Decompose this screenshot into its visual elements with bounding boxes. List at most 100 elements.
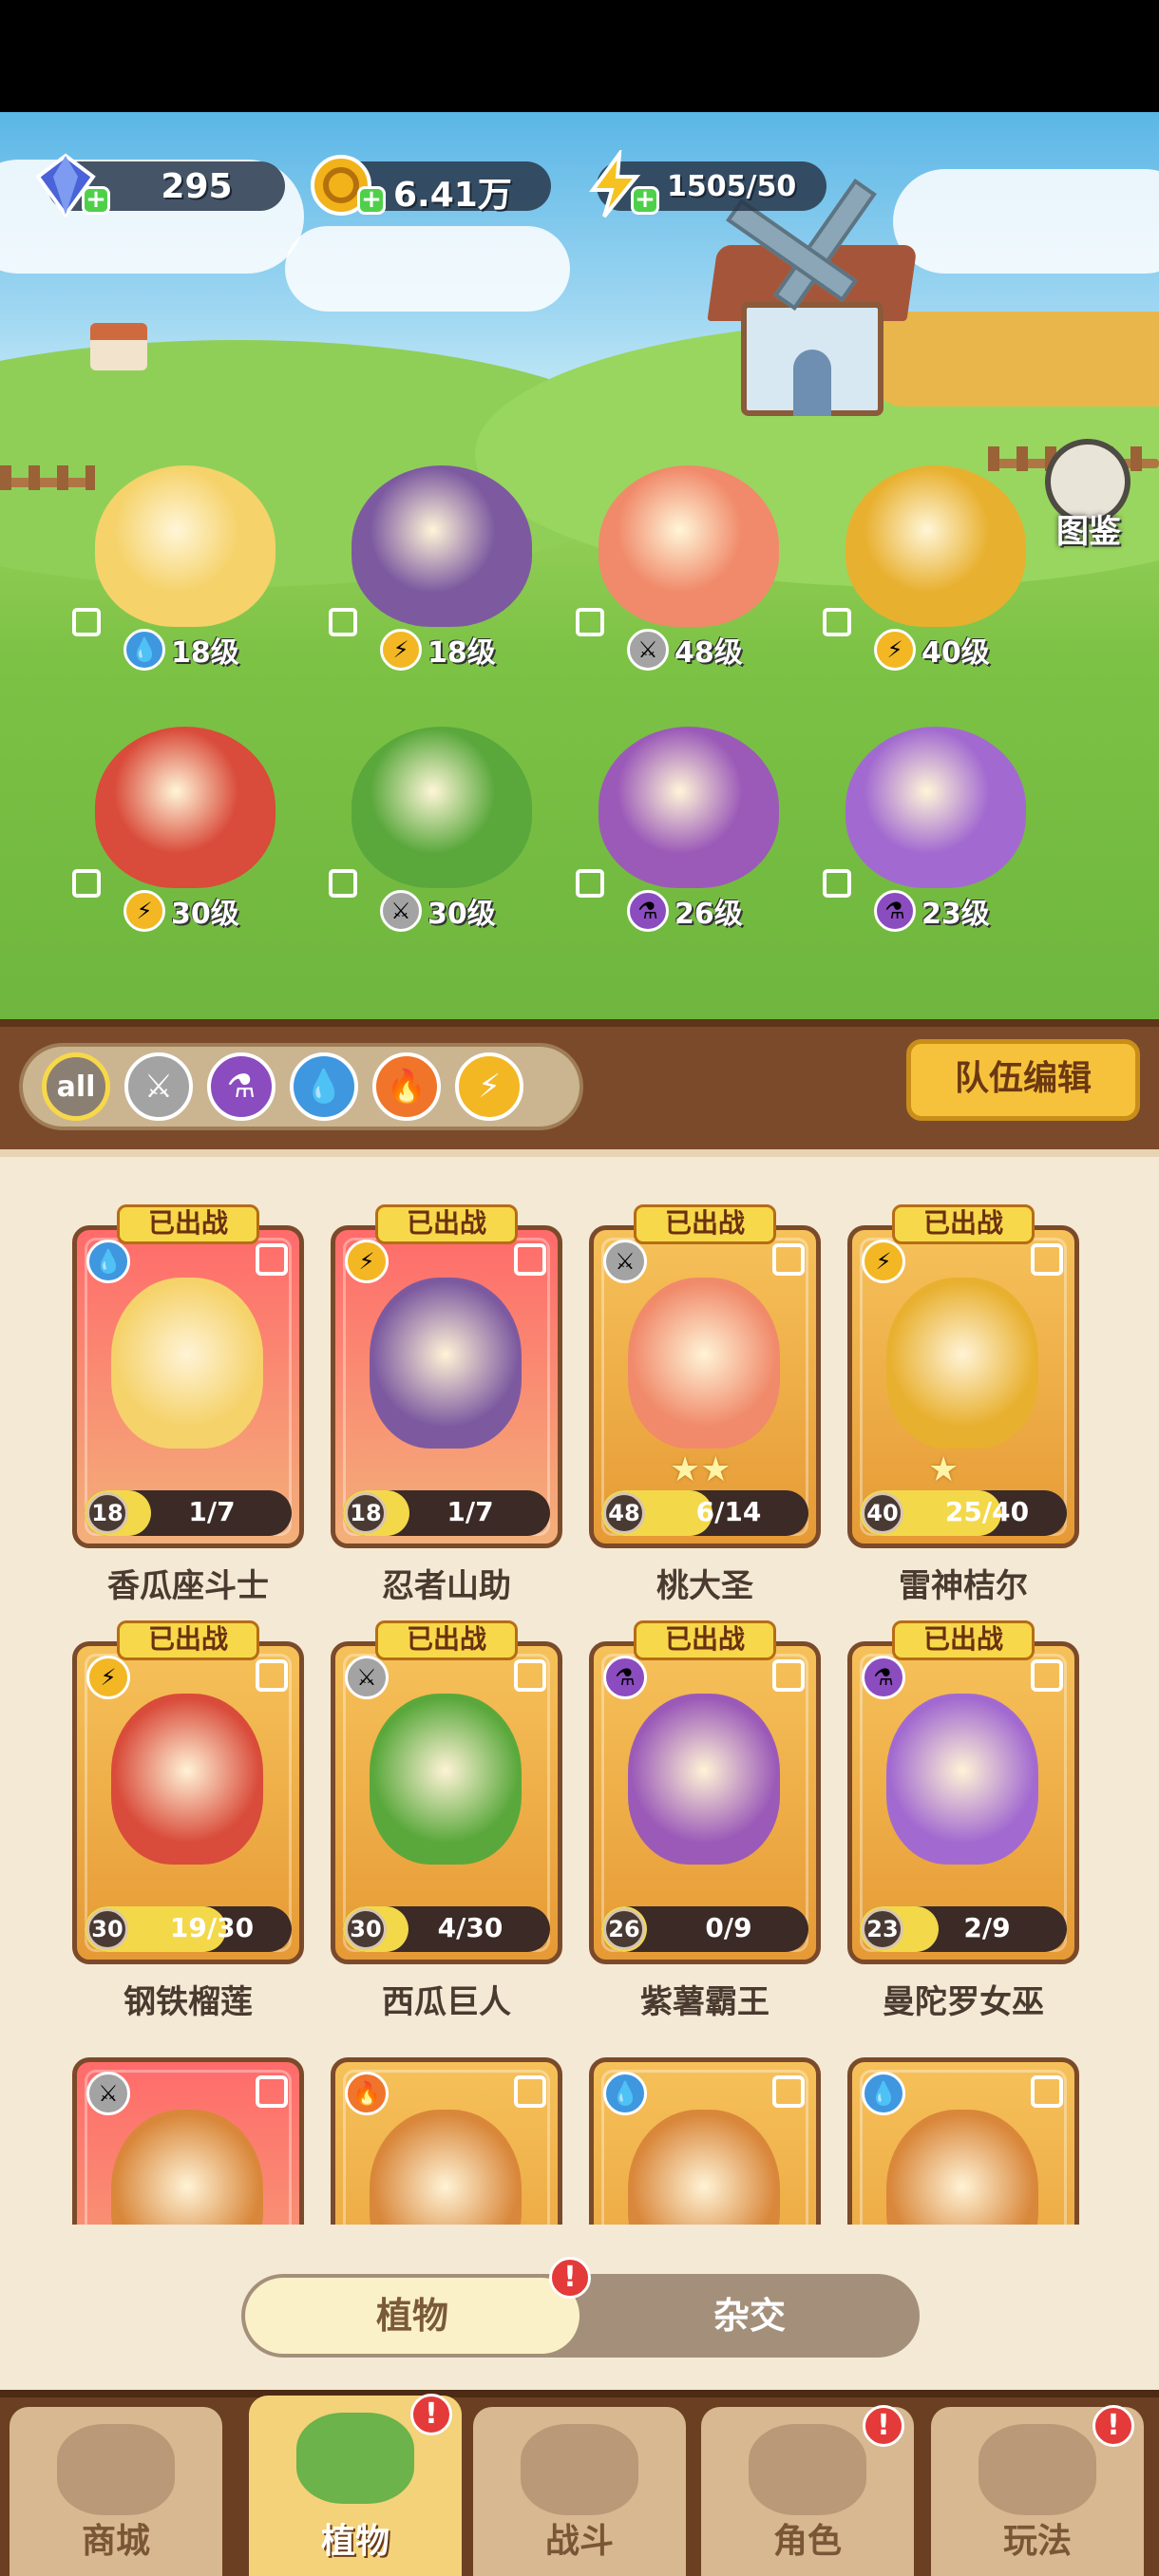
team-member[interactable]: ⚗ 23级 bbox=[823, 727, 1036, 945]
team-member[interactable]: ⚡ 18级 bbox=[329, 465, 542, 684]
team-member[interactable]: ⚔ 30级 bbox=[329, 727, 542, 945]
team-member[interactable]: ⚔ 48级 bbox=[576, 465, 788, 684]
plant-character-avatar bbox=[352, 727, 532, 888]
team-member[interactable]: 💧 18级 bbox=[72, 465, 285, 684]
nav-label: 角色 bbox=[772, 2522, 842, 2561]
plant-card[interactable]: 💧 18 1/7 bbox=[72, 1225, 304, 1548]
plant-card[interactable]: ⚗ 26 0/9 bbox=[589, 1641, 821, 1964]
add-gems-icon[interactable]: + bbox=[82, 186, 110, 215]
formation-slot-icon bbox=[256, 2075, 288, 2108]
tab-hybrid[interactable]: 杂交 bbox=[583, 2278, 916, 2354]
plant-name: 西瓜巨人 bbox=[382, 1983, 511, 2021]
poison-icon: ⚗ bbox=[603, 1656, 647, 1699]
nav-label: 商城 bbox=[81, 2522, 150, 2561]
card-level: 30 bbox=[86, 1908, 128, 1950]
filter-poison[interactable]: ⚗ bbox=[207, 1052, 276, 1121]
plant-character-avatar bbox=[95, 727, 276, 888]
cloud bbox=[285, 226, 570, 312]
plant-name: 钢铁榴莲 bbox=[124, 1983, 253, 2021]
filter-water[interactable]: 💧 bbox=[290, 1052, 358, 1121]
filter-fire[interactable]: 🔥 bbox=[372, 1052, 441, 1121]
codex-button[interactable]: 图鉴 bbox=[1037, 439, 1140, 551]
status-bar bbox=[0, 0, 1159, 112]
energy-value: 1505/50 bbox=[667, 170, 797, 203]
formation-slot-icon bbox=[823, 869, 851, 898]
formation-slot-icon bbox=[576, 608, 604, 636]
plant-card[interactable]: ⚡ 30 19/30 bbox=[72, 1641, 304, 1964]
plant-name: 香瓜座斗士 bbox=[107, 1567, 269, 1605]
team-member[interactable]: ⚗ 26级 bbox=[576, 727, 788, 945]
tab-plants[interactable]: 植物 bbox=[245, 2278, 580, 2354]
plant-card[interactable]: ⚔ 30 4/30 bbox=[331, 1641, 562, 1964]
plant-character-avatar bbox=[598, 727, 779, 888]
team-member[interactable]: ⚡ 40级 bbox=[823, 465, 1036, 684]
plant-card[interactable]: ⚡ ★ 40 25/40 bbox=[847, 1225, 1079, 1548]
codex-label: 图鉴 bbox=[1056, 513, 1121, 551]
upgrade-progress-bar: 30 4/30 bbox=[343, 1906, 550, 1952]
poison-icon: ⚗ bbox=[627, 890, 669, 932]
level-label: 23级 bbox=[922, 898, 990, 931]
nav-shop[interactable]: 商城 bbox=[10, 2407, 222, 2576]
card-level: 48 bbox=[603, 1492, 645, 1534]
coins-counter[interactable]: + 6.41万 bbox=[311, 155, 551, 216]
energy-counter[interactable]: + 1505/50 bbox=[589, 150, 826, 218]
poison-icon: ⚗ bbox=[874, 890, 916, 932]
battle-icon bbox=[521, 2424, 638, 2515]
card-progress: 6/14 bbox=[695, 1496, 762, 1527]
cloud bbox=[893, 169, 1159, 274]
sword-icon: ⚔ bbox=[143, 1068, 174, 1106]
gems-counter[interactable]: + 295 bbox=[35, 153, 285, 218]
plant-portrait bbox=[370, 1278, 522, 1449]
upgrade-progress-bar: 18 1/7 bbox=[343, 1490, 550, 1536]
level-label: 18级 bbox=[428, 636, 496, 670]
team-member[interactable]: ⚡ 30级 bbox=[72, 727, 285, 945]
level-label: 30级 bbox=[171, 898, 239, 931]
plant-character-avatar bbox=[95, 465, 276, 627]
plant-card[interactable]: ⚗ 23 2/9 bbox=[847, 1641, 1079, 1964]
lightning-icon: ⚡ bbox=[345, 1240, 389, 1283]
formation-slot-icon bbox=[823, 608, 851, 636]
plant-character-avatar bbox=[598, 465, 779, 627]
water-icon: 💧 bbox=[862, 2072, 905, 2115]
card-level: 18 bbox=[86, 1492, 128, 1534]
card-level: 40 bbox=[862, 1492, 903, 1534]
card-progress: 1/7 bbox=[446, 1496, 494, 1527]
water-icon: 💧 bbox=[303, 1068, 345, 1106]
formation-slot-icon bbox=[576, 869, 604, 898]
alert-icon: ! bbox=[1092, 2405, 1134, 2447]
sword-icon: ⚔ bbox=[86, 2072, 130, 2115]
gems-value: 295 bbox=[161, 167, 233, 206]
nav-label: 战斗 bbox=[544, 2522, 614, 2561]
nav-battle[interactable]: 战斗 bbox=[473, 2407, 686, 2576]
star-rating: ★ bbox=[928, 1450, 960, 1489]
plant-portrait bbox=[111, 1694, 263, 1865]
plants-icon bbox=[296, 2413, 414, 2504]
team-edit-button[interactable]: 队伍编辑 bbox=[906, 1039, 1140, 1121]
filter-all[interactable]: all bbox=[42, 1052, 110, 1121]
level-badge: ⚔ 30级 bbox=[380, 890, 496, 932]
formation-slot-icon bbox=[1031, 2075, 1063, 2108]
level-label: 18级 bbox=[171, 636, 239, 670]
card-level: 23 bbox=[862, 1908, 903, 1950]
upgrade-progress-bar: 48 6/14 bbox=[601, 1490, 808, 1536]
card-progress: 4/30 bbox=[437, 1912, 504, 1943]
upgrade-progress-bar: 26 0/9 bbox=[601, 1906, 808, 1952]
fire-icon: 🔥 bbox=[345, 2072, 389, 2115]
filter-all-label: all bbox=[56, 1070, 96, 1104]
card-level: 26 bbox=[603, 1908, 645, 1950]
add-energy-icon[interactable]: + bbox=[631, 186, 659, 215]
level-badge: 💧 18级 bbox=[124, 629, 239, 671]
plant-character-avatar bbox=[846, 727, 1026, 888]
level-label: 26级 bbox=[674, 898, 743, 931]
plant-card[interactable]: ⚔ ★★ 48 6/14 bbox=[589, 1225, 821, 1548]
plant-card[interactable]: ⚡ 18 1/7 bbox=[331, 1225, 562, 1548]
formation-slot-icon bbox=[256, 1243, 288, 1276]
plant-portrait bbox=[111, 1278, 263, 1449]
plant-name: 紫薯霸王 bbox=[640, 1983, 770, 2021]
filter-lightning[interactable]: ⚡ bbox=[455, 1052, 523, 1121]
deployed-badge: 已出战 bbox=[892, 1620, 1035, 1660]
filter-sword[interactable]: ⚔ bbox=[124, 1052, 193, 1121]
card-progress: 1/7 bbox=[188, 1496, 236, 1527]
shop-icon bbox=[57, 2424, 175, 2515]
add-coins-icon[interactable]: + bbox=[357, 186, 386, 215]
